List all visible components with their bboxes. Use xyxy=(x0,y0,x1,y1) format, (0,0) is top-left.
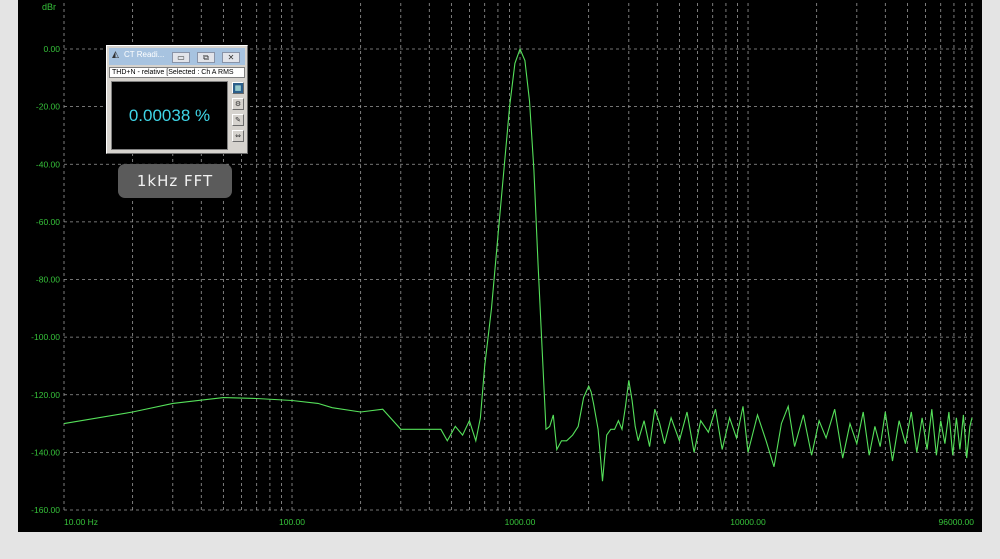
x-tick-label: 1000.00 xyxy=(505,517,536,527)
y-tick-label: -80.00 xyxy=(36,275,60,285)
y-tick-label: 0.00 xyxy=(43,44,60,54)
expand-icon[interactable]: ⇔ xyxy=(232,130,244,142)
thd-value: 0.00038 % xyxy=(128,106,211,125)
readout-measurement-label: THD+N - relative [Selected : Ch A RMS xyxy=(109,67,245,78)
y-tick-label: -60.00 xyxy=(36,217,60,227)
close-button[interactable]: ✕ xyxy=(222,52,240,63)
y-tick-label: -120.00 xyxy=(31,390,60,400)
readout-app-icon: ◭ xyxy=(112,50,119,60)
y-tick-label: -20.00 xyxy=(36,102,60,112)
y-tick-labels: 0.00 -20.00 -40.00 -60.00 -80.00 -100.00 -120.… xyxy=(31,44,60,515)
x-tick-labels: 10.00 Hz 100.00 1000.00 10000.00 96000.00 xyxy=(64,517,974,527)
x-tick-label: 100.00 xyxy=(279,517,305,527)
y-tick-label: -100.00 xyxy=(31,332,60,342)
y-tick-label: -160.00 xyxy=(31,505,60,515)
restore-button[interactable]: ⧉ xyxy=(197,52,215,63)
minimize-button[interactable]: ▭ xyxy=(172,52,190,63)
x-tick-label: 10.00 Hz xyxy=(64,517,98,527)
ct-readout-window[interactable]: ◭ CT Readi... ▭ ⧉ ✕ THD+N - relative [Se… xyxy=(106,45,248,154)
readout-display: 0.00038 % xyxy=(111,81,228,150)
x-tick-label: 10000.00 xyxy=(730,517,766,527)
y-tick-label: -140.00 xyxy=(31,447,60,457)
format-icon[interactable]: ▦ xyxy=(232,82,244,94)
readout-titlebar[interactable]: ◭ CT Readi... ▭ ⧉ ✕ xyxy=(109,48,245,65)
readout-title: CT Readi... xyxy=(124,50,165,59)
log-icon[interactable]: ✎ xyxy=(232,114,244,126)
fft-badge: 1kHz FFT xyxy=(118,164,232,198)
x-tick-label: 96000.00 xyxy=(939,517,975,527)
settings-icon[interactable]: ⚙ xyxy=(232,98,244,110)
y-tick-label: -40.00 xyxy=(36,159,60,169)
